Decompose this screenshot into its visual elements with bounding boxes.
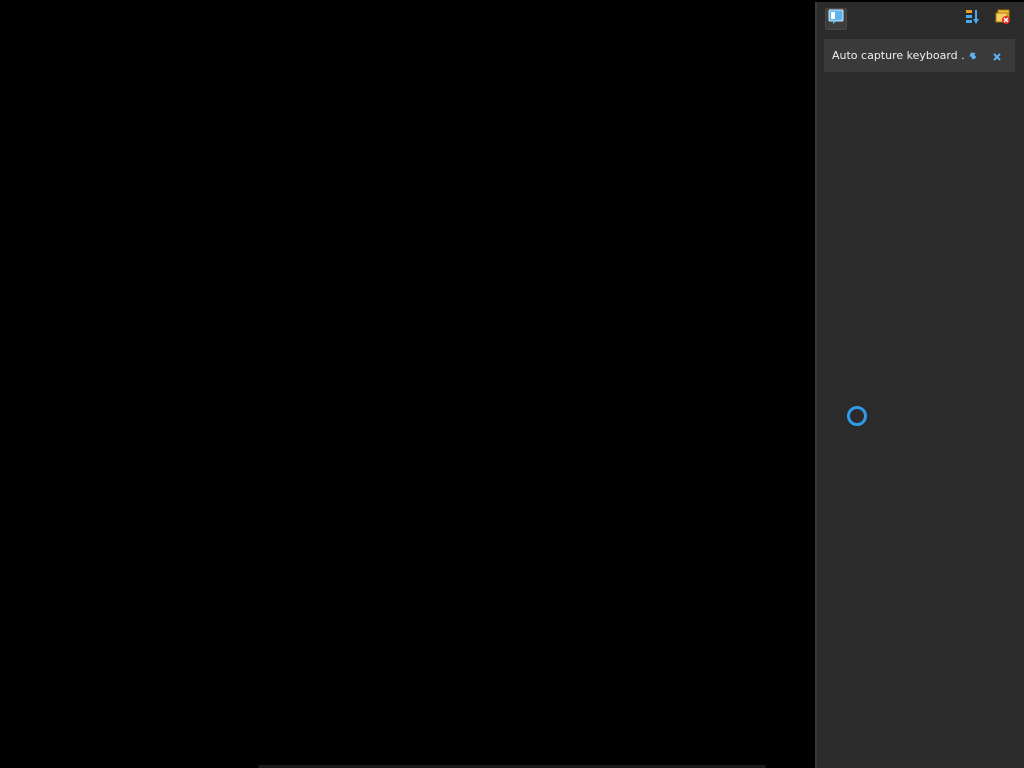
clear-all-button[interactable] — [992, 8, 1014, 30]
pin-icon — [967, 47, 979, 66]
sort-icon — [964, 8, 982, 30]
notification-text: Auto capture keyboard ... — [832, 49, 964, 62]
notification-pin-button[interactable] — [966, 49, 980, 63]
sort-button[interactable] — [962, 8, 984, 30]
notification-panel: Auto capture keyboard ... — [815, 2, 1024, 768]
vm-display-area[interactable] — [0, 0, 815, 768]
notifications-icon — [827, 8, 845, 30]
vm-screen: Auto capture keyboard ... — [0, 0, 1024, 768]
notifications-button[interactable] — [825, 8, 847, 30]
notification-close-button[interactable] — [990, 49, 1004, 63]
busy-spinner-icon — [847, 406, 867, 426]
notification-panel-toolbar — [817, 2, 1024, 36]
clear-all-icon — [994, 8, 1012, 30]
notification-item[interactable]: Auto capture keyboard ... — [824, 39, 1015, 72]
close-icon — [992, 47, 1002, 66]
